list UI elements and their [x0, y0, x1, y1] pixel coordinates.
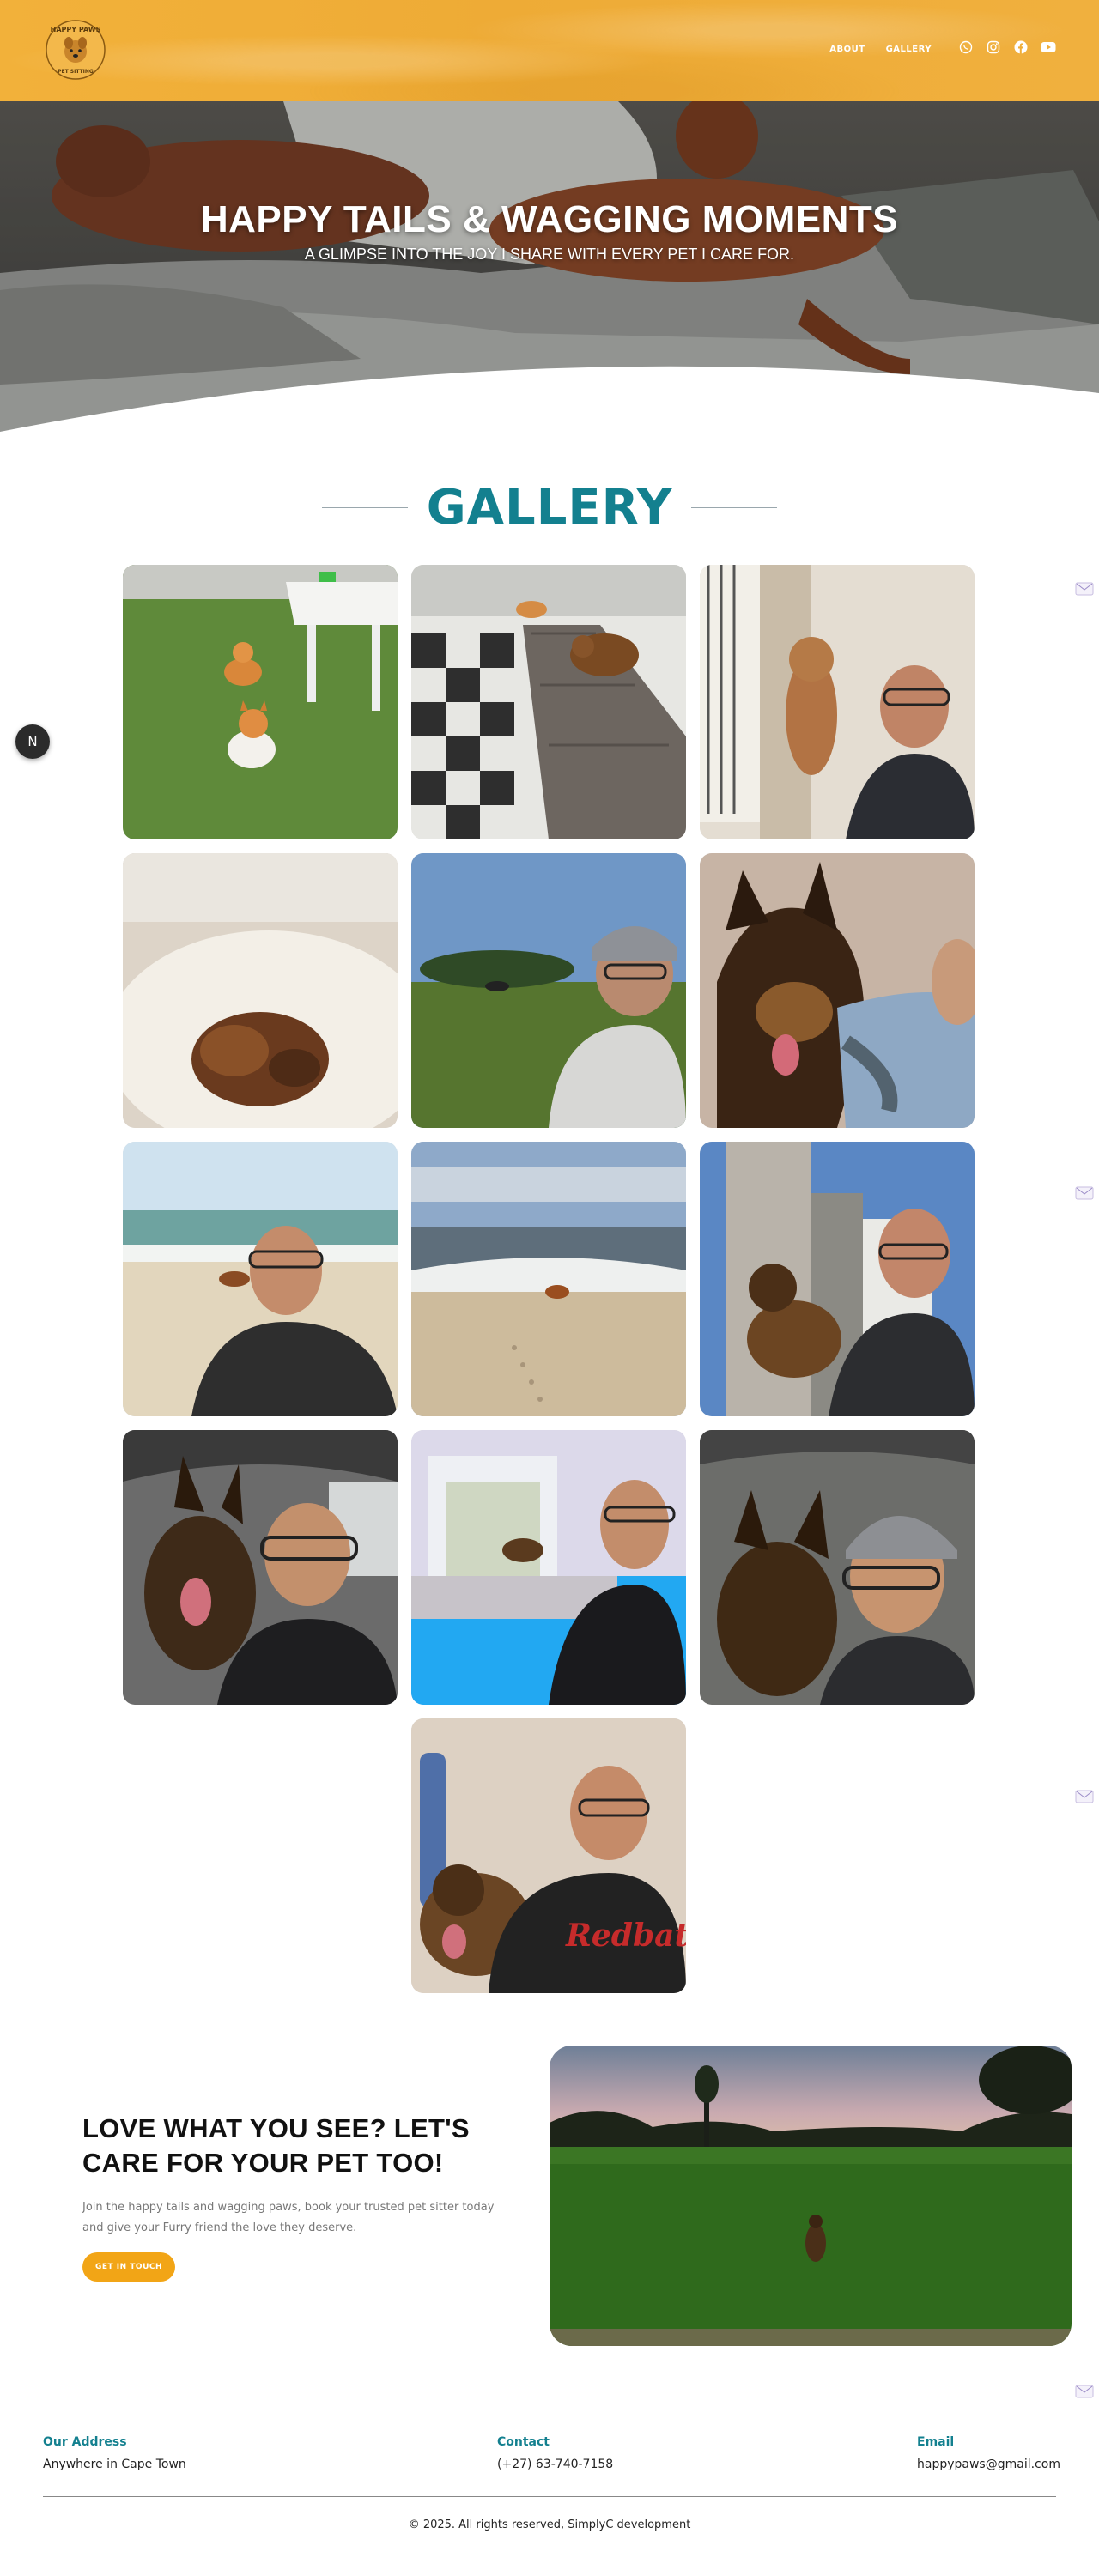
facebook-icon[interactable]: [1013, 39, 1029, 55]
cta-field-dog-photo: [550, 2046, 1072, 2346]
cat-on-wooden-bench-photo[interactable]: [411, 565, 686, 839]
sleeping-cat-photo[interactable]: [123, 853, 398, 1128]
main-nav: ABOUT GALLERY: [829, 45, 932, 54]
get-in-touch-button[interactable]: GET IN TOUCH: [82, 2252, 175, 2282]
whatsapp-icon[interactable]: [958, 39, 974, 55]
nav-gallery-link[interactable]: GALLERY: [886, 45, 932, 54]
park-selfie-photo[interactable]: [411, 853, 686, 1128]
shepherd-home-selfie-photo[interactable]: Redbat: [411, 1718, 686, 1993]
hero-dogs-on-couch-photo: [0, 101, 1099, 466]
social-links: [958, 39, 1056, 55]
mail-icon[interactable]: [1075, 582, 1094, 596]
car-selfie-shepherd-photo[interactable]: [123, 1430, 398, 1705]
heading-rule-right: [691, 506, 778, 508]
svg-text:Redbat: Redbat: [565, 1918, 686, 1954]
footer-address: Our Address Anywhere in Cape Town: [43, 2435, 186, 2471]
happy-paws-logo[interactable]: HAPPY PAWS PET SITTING: [45, 19, 106, 81]
address-value: Anywhere in Cape Town: [43, 2458, 186, 2471]
nav-about-link[interactable]: ABOUT: [829, 45, 865, 54]
instagram-icon[interactable]: [986, 39, 1001, 55]
logo-text: HAPPY PAWS: [51, 26, 101, 33]
copyright-text: © 2025. All rights reserved, SimplyC dev…: [408, 2518, 691, 2531]
german-shepherd-close-photo[interactable]: [700, 853, 975, 1128]
mail-icon[interactable]: [1075, 1790, 1094, 1803]
corgis-on-grass-photo[interactable]: [123, 565, 398, 839]
site-header: HAPPY PAWS PET SITTING ABOUT GALLERY: [0, 0, 1099, 101]
beach-dog-photo[interactable]: [411, 1142, 686, 1416]
contact-phone[interactable]: (+27) 63-740-7158: [497, 2458, 613, 2471]
gallery-heading: GALLERY: [0, 477, 1099, 537]
pool-selfie-photo[interactable]: [411, 1430, 686, 1705]
dog-and-sitter-photo[interactable]: [700, 565, 975, 839]
gallery-title: GALLERY: [426, 479, 673, 536]
cta-text: Join the happy tails and wagging paws, b…: [82, 2201, 495, 2234]
hero-banner: HAPPY TAILS & WAGGING MOMENTS A GLIMPSE …: [0, 101, 1099, 466]
address-label: Our Address: [43, 2435, 127, 2449]
header-texture: [0, 0, 1099, 101]
hero-title: HAPPY TAILS & WAGGING MOMENTS: [200, 198, 899, 240]
beach-selfie-photo[interactable]: [123, 1142, 398, 1416]
floating-n-button[interactable]: N: [15, 724, 50, 759]
mail-icon[interactable]: [1075, 1186, 1094, 1200]
mail-icon[interactable]: [1075, 2385, 1094, 2398]
heading-rule-left: [321, 506, 408, 508]
hero-subtitle: A GLIMPSE INTO THE JOY I SHARE WITH EVER…: [304, 245, 795, 263]
cta-title: LOVE WHAT YOU SEE? LET'S CARE FOR YOUR P…: [82, 2113, 470, 2178]
youtube-icon[interactable]: [1041, 39, 1056, 55]
shepherd-outdoor-selfie-photo[interactable]: [700, 1142, 975, 1416]
email-label: Email: [917, 2435, 955, 2449]
footer-contact: Contact (+27) 63-740-7158: [497, 2435, 613, 2471]
contact-label: Contact: [497, 2435, 550, 2449]
email-link[interactable]: happypaws@gmail.com: [917, 2458, 1060, 2471]
footer-email: Email happypaws@gmail.com: [917, 2435, 1060, 2471]
logo-subtext: PET SITTING: [58, 69, 94, 75]
car-selfie-beanie-photo[interactable]: [700, 1430, 975, 1705]
footer-divider: [43, 2496, 1056, 2497]
